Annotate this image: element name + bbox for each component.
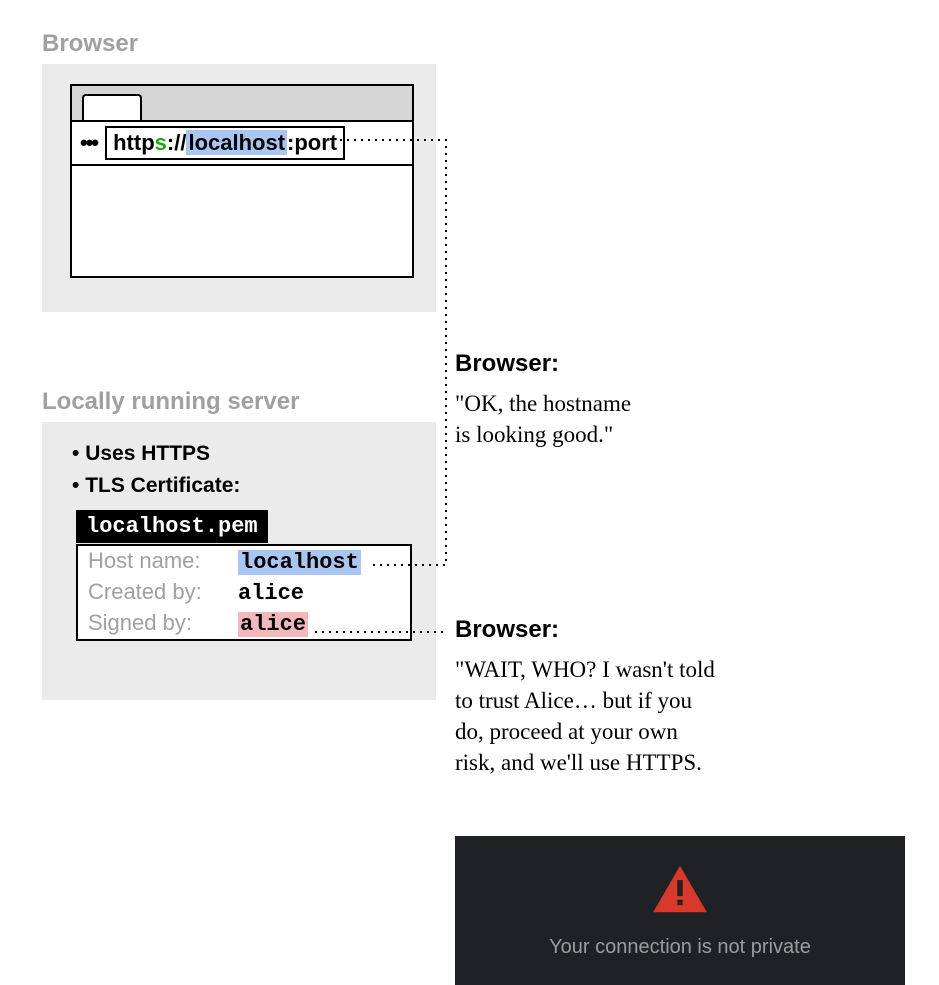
cert-value-host: localhost (238, 550, 361, 575)
cert-row-signed: Signed by: alice (78, 608, 410, 639)
connection-warning-text: Your connection is not private (485, 936, 875, 959)
browser-tabstrip (72, 86, 412, 122)
url-scheme-s: s (155, 130, 167, 155)
warning-triangle-icon (651, 864, 709, 914)
cert-value-signed: alice (238, 612, 308, 637)
cert-row-created: Created by: alice (78, 577, 410, 608)
server-bullet-2: TLS Certificate: (72, 470, 240, 502)
connection-warning-card: Your connection is not private (455, 836, 905, 985)
browser-viewport (72, 166, 412, 276)
browser-urlrow: ••• https://localhost:port (72, 122, 412, 166)
browser-window: ••• https://localhost:port (70, 84, 414, 278)
url-host: localhost (186, 130, 287, 155)
cert-label-host: Host name: (88, 548, 238, 574)
browser-menu-dots: ••• (80, 130, 97, 156)
certificate-box: Host name: localhost Created by: alice S… (76, 544, 412, 641)
server-section-label: Locally running server (42, 388, 299, 416)
diagram-canvas: Browser ••• https://localhost:port Local… (0, 0, 939, 978)
browser-section-label: Browser (42, 30, 138, 58)
speech2-body: "WAIT, WHO? I wasn't told to trust Alice… (455, 654, 865, 778)
cert-value-created: alice (238, 581, 304, 606)
speech1-heading: Browser: (455, 350, 559, 378)
speech2-heading: Browser: (455, 616, 559, 644)
url-separator: :// (167, 130, 187, 155)
url-scheme-http: http (113, 130, 155, 155)
server-bullet-1: Uses HTTPS (72, 438, 240, 470)
url-port: :port (287, 130, 337, 155)
speech1-body: "OK, the hostname is looking good." (455, 388, 775, 450)
url-box: https://localhost:port (105, 126, 345, 160)
cert-row-host: Host name: localhost (78, 546, 410, 577)
server-bullets: Uses HTTPS TLS Certificate: (72, 438, 240, 501)
pem-file-tag: localhost.pem (76, 510, 268, 543)
browser-tab (82, 94, 142, 120)
cert-label-created: Created by: (88, 579, 238, 605)
cert-label-signed: Signed by: (88, 610, 238, 636)
